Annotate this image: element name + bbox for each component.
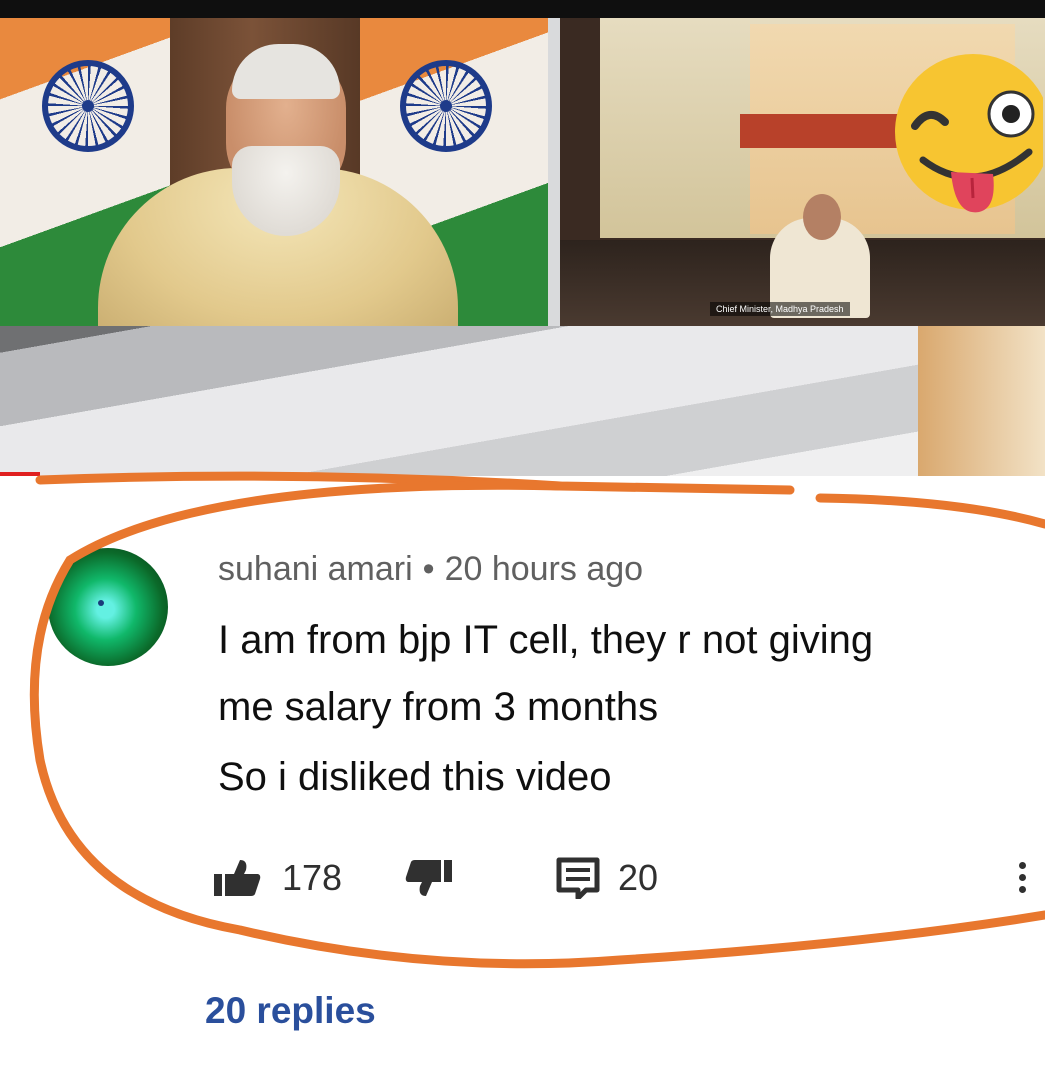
comment-text-line: me salary from 3 months (218, 685, 659, 729)
meta-separator: • (422, 550, 435, 588)
thumbs-up-icon (214, 860, 261, 896)
avatar[interactable] (48, 548, 168, 666)
winking-tongue-emoji-icon (895, 54, 1043, 213)
comment-timestamp: 20 hours ago (444, 550, 644, 588)
view-replies-link[interactable]: 20 replies (205, 990, 376, 1032)
comment-text-line: I am from bjp IT cell, they r not giving (218, 618, 874, 662)
video-progress-bar[interactable] (0, 472, 40, 476)
like-button[interactable] (212, 856, 262, 900)
dislike-button[interactable] (404, 856, 454, 900)
video-player[interactable]: Chief Minister, Madhya Pradesh (0, 18, 1045, 476)
video-floor-edge (918, 326, 1045, 476)
comment-author[interactable]: suhani amari (218, 550, 413, 588)
like-count: 178 (282, 857, 343, 898)
video-left-pane (0, 18, 548, 326)
comment-text-line: So i disliked this video (218, 755, 612, 799)
video-floor (0, 326, 1045, 476)
participant-head (803, 194, 841, 240)
reply-button[interactable] (556, 856, 600, 900)
event-banner-strip (740, 114, 900, 148)
top-bar (0, 0, 1045, 18)
ashoka-chakra-icon (42, 60, 134, 152)
more-vert-icon[interactable] (1012, 858, 1032, 902)
lower-third-caption: Chief Minister, Madhya Pradesh (710, 302, 850, 316)
thumbs-down-icon (405, 860, 452, 896)
comment-icon (556, 857, 600, 899)
ashoka-chakra-icon (400, 60, 492, 152)
reply-count: 20 (618, 857, 659, 898)
comment-meta: suhani amari • 20 hours ago (218, 550, 643, 589)
